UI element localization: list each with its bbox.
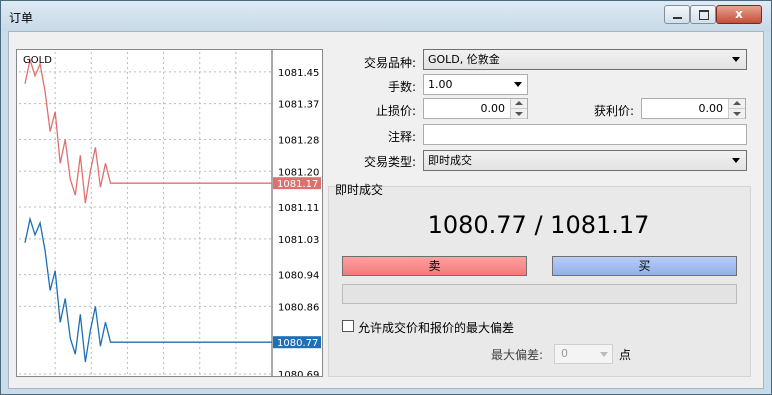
chevron-down-icon bbox=[600, 352, 608, 357]
order-type-value: 即时成交 bbox=[428, 154, 472, 167]
chevron-down-icon bbox=[732, 57, 740, 62]
bid-price-line bbox=[24, 216, 272, 363]
ask-price-label: 1081.17 bbox=[277, 179, 318, 190]
volume-value: 1.00 bbox=[428, 78, 453, 91]
y-tick-label: 1081.11 bbox=[278, 203, 319, 214]
order-window: 订单 x 1081.45 1081.37 1081.28 1081.20 1081.11… bbox=[0, 0, 772, 395]
y-tick-label: 1080.94 bbox=[278, 271, 319, 282]
stop-loss-input[interactable]: 0.00 bbox=[423, 98, 528, 119]
chevron-down-icon bbox=[732, 158, 740, 163]
symbol-select-value: GOLD, 伦敦金 bbox=[428, 53, 500, 66]
chart-canvas: 1081.45 1081.37 1081.28 1081.20 1081.11 1081.… bbox=[19, 50, 321, 376]
spin-up-icon[interactable] bbox=[511, 99, 527, 109]
y-tick-label: 1080.69 bbox=[278, 370, 319, 376]
chart-symbol-label: GOLD bbox=[23, 55, 52, 66]
ask-price-line bbox=[24, 57, 272, 204]
y-tick-label: 1081.45 bbox=[278, 68, 319, 79]
status-bar bbox=[342, 284, 737, 304]
y-tick-label: 1081.03 bbox=[278, 235, 319, 246]
bid-ask-prices: 1080.77 / 1081.17 bbox=[427, 211, 650, 239]
take-profit-spinner[interactable] bbox=[728, 99, 745, 119]
take-profit-label: 获利价: bbox=[593, 104, 634, 118]
price-chart: 1081.45 1081.37 1081.28 1081.20 1081.11 1081.… bbox=[16, 49, 323, 377]
y-tick-label: 1081.20 bbox=[278, 167, 319, 178]
y-tick-label: 1081.37 bbox=[278, 100, 319, 111]
y-tick-label: 1080.86 bbox=[278, 302, 319, 313]
max-deviation-label: 最大偏差: bbox=[491, 348, 544, 362]
spin-down-icon[interactable] bbox=[511, 109, 527, 119]
allow-deviation-checkbox[interactable] bbox=[342, 320, 354, 332]
take-profit-value: 0.00 bbox=[698, 102, 724, 115]
deviation-unit-label: 点 bbox=[619, 348, 632, 362]
comment-input[interactable] bbox=[423, 124, 747, 145]
minimize-button[interactable] bbox=[664, 5, 690, 24]
close-button[interactable]: x bbox=[716, 5, 762, 24]
stop-loss-label: 止损价: bbox=[375, 104, 416, 118]
symbol-label: 交易品种: bbox=[363, 56, 416, 70]
order-type-select[interactable]: 即时成交 bbox=[423, 150, 747, 171]
bid-price-label: 1080.77 bbox=[277, 338, 318, 349]
buy-button[interactable]: 买 bbox=[552, 256, 737, 276]
comment-label: 注释: bbox=[387, 130, 416, 144]
max-deviation-select[interactable]: 0 bbox=[554, 344, 613, 364]
symbol-select[interactable]: GOLD, 伦敦金 bbox=[423, 49, 747, 70]
title-bar[interactable]: 订单 x bbox=[1, 1, 771, 31]
spin-down-icon[interactable] bbox=[729, 109, 745, 119]
stop-loss-value: 0.00 bbox=[480, 102, 506, 115]
max-deviation-value: 0 bbox=[561, 347, 568, 360]
take-profit-input[interactable]: 0.00 bbox=[641, 98, 746, 119]
window-title: 订单 bbox=[9, 11, 34, 25]
maximize-button[interactable] bbox=[690, 5, 716, 24]
volume-label: 手数: bbox=[387, 80, 416, 94]
instant-execution-heading: 即时成交 bbox=[335, 183, 384, 197]
dialog-body: 1081.45 1081.37 1081.28 1081.20 1081.11 1081.… bbox=[8, 31, 764, 389]
stop-loss-spinner[interactable] bbox=[510, 99, 527, 119]
volume-combobox[interactable]: 1.00 bbox=[423, 74, 528, 95]
y-tick-label: 1081.28 bbox=[278, 135, 319, 146]
allow-deviation-label: 允许成交价和报价的最大偏差 bbox=[358, 321, 515, 335]
spin-up-icon[interactable] bbox=[729, 99, 745, 109]
order-type-label: 交易类型: bbox=[363, 155, 416, 169]
sell-button[interactable]: 卖 bbox=[342, 256, 527, 276]
chevron-down-icon bbox=[514, 82, 522, 87]
